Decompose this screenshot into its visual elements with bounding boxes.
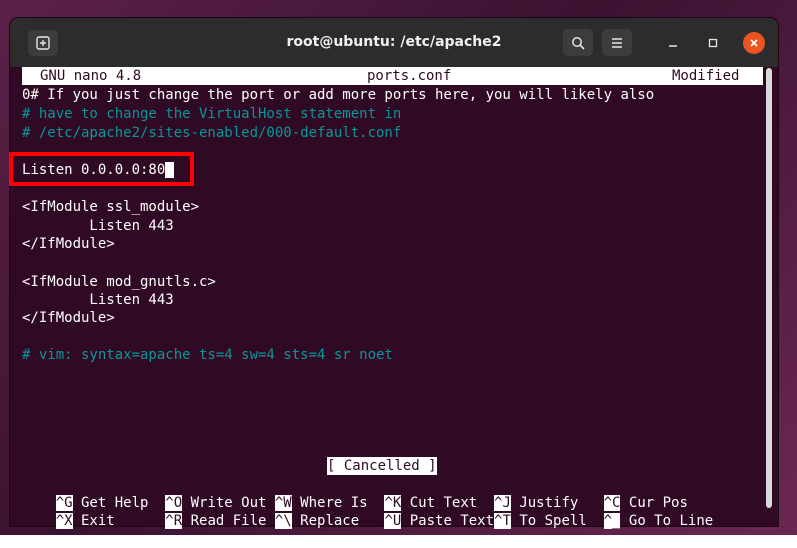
- close-button[interactable]: [743, 32, 765, 54]
- shortcut-label: Paste Text: [401, 513, 495, 529]
- editor-line-3[interactable]: # /etc/apache2/sites-enabled/000-default…: [22, 124, 401, 142]
- red-highlight-box: [9, 152, 194, 186]
- shortcut-label: Exit: [72, 513, 166, 529]
- shortcut-to-spell[interactable]: ^T To Spell: [494, 513, 604, 529]
- shortcut-key: ^U: [384, 513, 402, 529]
- editor-line-1[interactable]: 0# If you just change the port or add mo…: [22, 86, 654, 104]
- shortcut-key: ^T: [494, 513, 511, 529]
- scrollbar[interactable]: [766, 68, 772, 508]
- shortcut-key: ^R: [165, 513, 183, 529]
- close-icon: [750, 39, 758, 47]
- minimize-icon: [669, 45, 677, 47]
- shortcut-key: ^X: [55, 513, 73, 529]
- search-button[interactable]: [563, 29, 593, 56]
- shortcut-key: ^\: [274, 513, 292, 529]
- new-tab-button[interactable]: [28, 30, 58, 56]
- shortcut-row-2: ^X Exit ^R Read File ^\ Replace ^U Paste…: [22, 494, 713, 529]
- shortcut-label: Replace: [291, 513, 385, 529]
- editor-gnutls-close[interactable]: </IfModule>: [22, 309, 115, 327]
- shortcut-exit[interactable]: ^X Exit: [55, 513, 166, 529]
- shortcut-paste-text[interactable]: ^U Paste Text: [384, 513, 494, 529]
- hamburger-menu-icon: [612, 37, 622, 48]
- shortcut-replace[interactable]: ^\ Replace: [274, 513, 385, 529]
- new-tab-icon: [36, 36, 50, 50]
- editor-gnutls-listen[interactable]: Listen 443: [22, 291, 173, 309]
- maximize-button[interactable]: [702, 32, 724, 54]
- maximize-icon: [708, 38, 718, 48]
- title-bar[interactable]: root@ubuntu: /etc/apache2: [10, 18, 778, 67]
- nano-filename: ports.conf: [367, 68, 452, 84]
- editor-ssl-open[interactable]: <IfModule ssl_module>: [22, 198, 199, 216]
- editor-ssl-close[interactable]: </IfModule>: [22, 235, 115, 253]
- shortcut-label: To Spell: [510, 513, 604, 529]
- editor-modeline[interactable]: # vim: syntax=apache ts=4 sw=4 sts=4 sr …: [22, 346, 393, 364]
- shortcut-row-1: ^G Get Help ^O Write Out ^W Where Is ^K …: [22, 476, 688, 511]
- minimize-button[interactable]: [662, 32, 684, 54]
- shortcut-key: ^_: [603, 513, 621, 529]
- shortcut-read-file[interactable]: ^R Read File: [165, 513, 275, 529]
- editor-ssl-listen[interactable]: Listen 443: [22, 217, 173, 235]
- nano-version: GNU nano 4.8: [40, 68, 142, 84]
- editor-line-2[interactable]: # have to change the VirtualHost stateme…: [22, 105, 401, 123]
- terminal-area[interactable]: GNU nano 4.8 ports.conf Modified 0# If you…: [20, 67, 770, 529]
- status-message: [ Cancelled ]: [327, 457, 437, 475]
- nano-header-bar: GNU nano 4.8 ports.conf Modified: [22, 67, 763, 85]
- shortcut-go-to-line[interactable]: ^_ Go To Line: [603, 513, 714, 529]
- search-icon: [572, 36, 585, 50]
- menu-button[interactable]: [602, 29, 632, 56]
- editor-gnutls-open[interactable]: <IfModule mod_gnutls.c>: [22, 273, 216, 291]
- shortcut-label: Read File: [182, 513, 275, 529]
- shortcut-label: Go To Line: [620, 513, 714, 529]
- nano-state: Modified: [672, 68, 740, 84]
